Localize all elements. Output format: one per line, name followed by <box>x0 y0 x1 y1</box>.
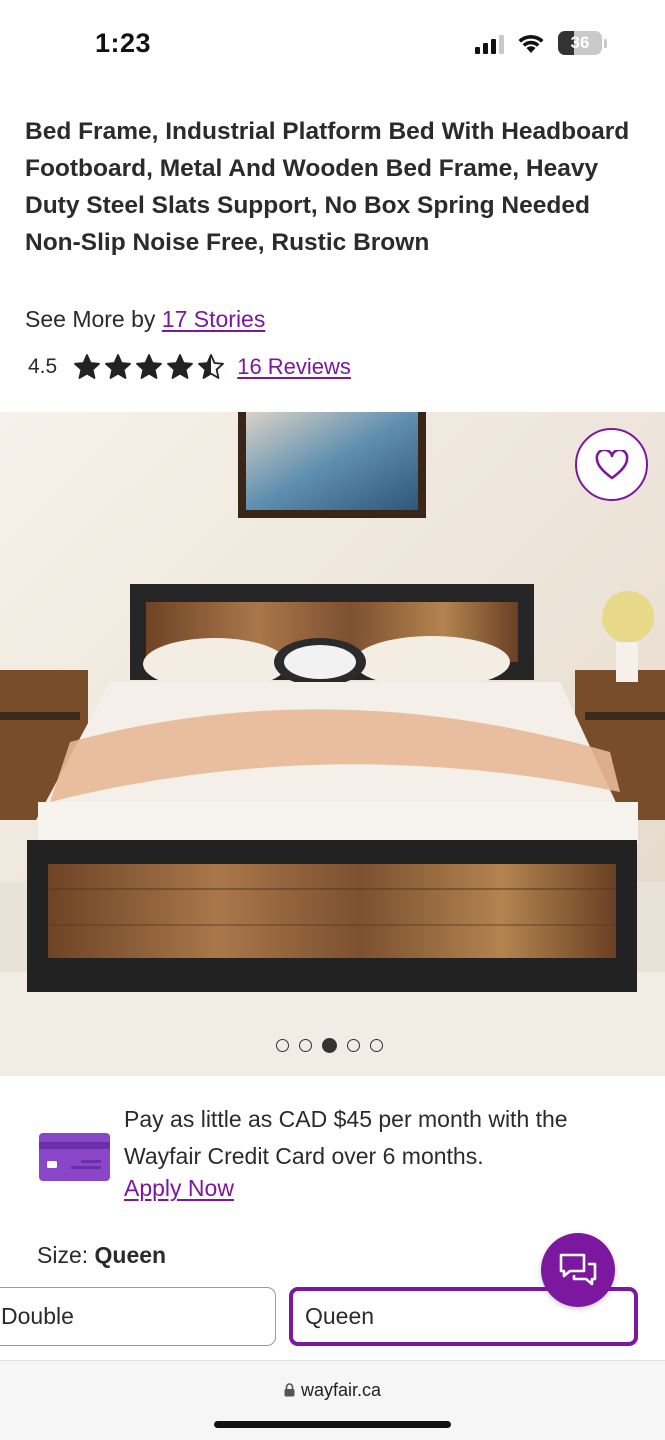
chat-button[interactable] <box>541 1233 615 1307</box>
star-rating <box>73 353 225 381</box>
carousel-pagination <box>276 1038 383 1053</box>
credit-card-icon <box>39 1133 110 1181</box>
apply-now-link[interactable]: Apply Now <box>124 1175 234 1202</box>
battery-level: 36 <box>570 33 590 52</box>
chat-bubbles-icon <box>559 1253 597 1286</box>
battery-icon: 36 <box>558 31 602 55</box>
rating-value: 4.5 <box>28 355 58 378</box>
see-more-brand: See More by 17 Stories <box>25 306 265 333</box>
product-image-carousel[interactable] <box>0 412 665 1076</box>
rating-row: 4.5 16 Reviews <box>28 350 351 384</box>
star-icon <box>167 354 194 379</box>
star-icon <box>105 354 132 379</box>
carousel-dot[interactable] <box>347 1039 360 1052</box>
home-indicator[interactable] <box>214 1421 451 1428</box>
favorite-button[interactable] <box>575 428 648 501</box>
url-display[interactable]: wayfair.ca <box>0 1380 665 1401</box>
lock-icon <box>284 1383 295 1397</box>
heart-icon <box>595 449 628 479</box>
carousel-dot[interactable] <box>370 1039 383 1052</box>
wifi-icon <box>518 34 544 53</box>
status-icons: 36 <box>475 31 607 55</box>
financing-text: Pay as little as CAD $45 per month with … <box>124 1106 568 1169</box>
star-icon <box>74 354 101 379</box>
size-selected-value: Queen <box>94 1242 167 1268</box>
size-label: Size: Queen <box>37 1242 166 1269</box>
size-label-text: Size: <box>37 1242 89 1268</box>
url-text: wayfair.ca <box>300 1380 382 1400</box>
carousel-dot[interactable] <box>322 1038 337 1053</box>
star-icon <box>198 354 225 379</box>
carousel-dot[interactable] <box>276 1039 289 1052</box>
status-bar: 1:23 36 <box>0 0 665 90</box>
financing-promo: Pay as little as CAD $45 per month with … <box>0 1100 665 1220</box>
brand-link[interactable]: 17 Stories <box>162 306 266 332</box>
carousel-dot[interactable] <box>299 1039 312 1052</box>
browser-address-bar[interactable]: wayfair.ca <box>0 1360 665 1440</box>
product-title: Bed Frame, Industrial Platform Bed With … <box>25 118 630 256</box>
cellular-signal-icon <box>475 32 504 54</box>
star-icon <box>136 354 163 379</box>
status-time: 1:23 <box>95 28 152 58</box>
size-option-double[interactable]: Double <box>0 1287 276 1346</box>
see-more-label: See More by <box>25 306 156 332</box>
product-photo <box>0 412 665 1076</box>
reviews-link[interactable]: 16 Reviews <box>237 354 351 380</box>
